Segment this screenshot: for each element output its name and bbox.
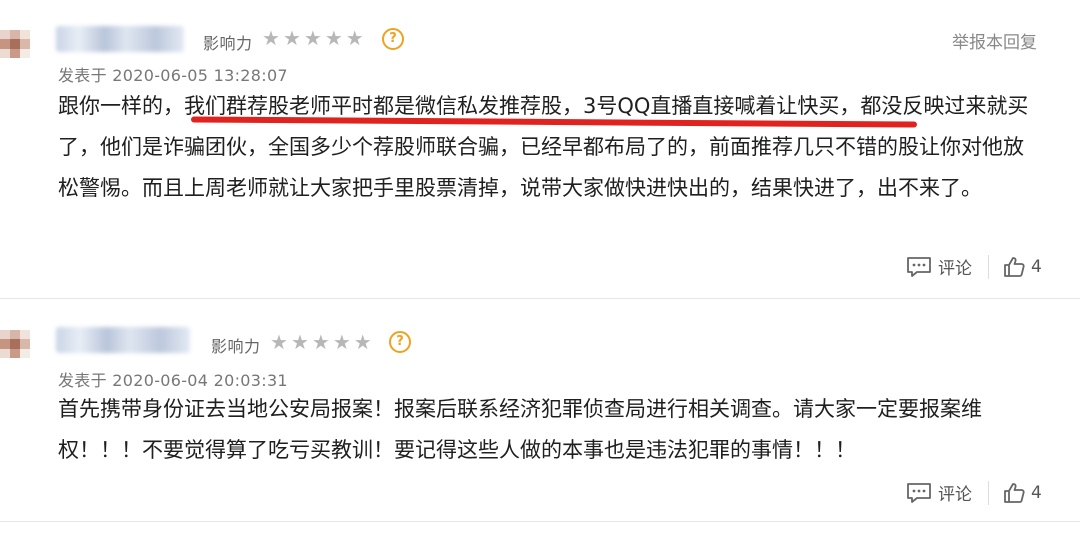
comment-button[interactable]: 评论	[906, 480, 972, 505]
star-icon: ★	[270, 330, 288, 354]
thumbs-up-icon	[1003, 482, 1025, 504]
star-icon: ★	[332, 330, 351, 354]
comment-button-label: 评论	[938, 485, 972, 505]
star-icon: ★	[303, 26, 322, 50]
star-icon: ★	[353, 330, 372, 354]
influence-label: 影响力	[203, 34, 253, 53]
comment-actions: 评论 4	[906, 254, 1042, 279]
comment-bubble-icon	[906, 256, 932, 278]
star-icon: ★	[324, 26, 343, 50]
comment-item: 影响力 ★ ★ ★ ★ ★ ? 举报本回复 发表于 2020-06-05 13:…	[0, 0, 1080, 299]
comment-text: 跟你一样的，我们群荐股老师平时都是微信私发推荐股，3号QQ直播直接喊着让快买，都…	[58, 86, 1038, 209]
star-icon: ★	[290, 330, 309, 354]
help-icon[interactable]: ?	[382, 28, 404, 50]
comment-button[interactable]: 评论	[906, 254, 972, 279]
star-icon: ★	[262, 26, 280, 50]
influence-stars: ★ ★ ★ ★ ★	[262, 27, 364, 49]
like-count: 4	[1031, 482, 1042, 503]
like-button[interactable]: 4	[1003, 256, 1042, 278]
report-reply-link[interactable]: 举报本回复	[952, 28, 1037, 53]
star-icon: ★	[311, 330, 330, 354]
post-time: 发表于 2020-06-05 13:28:07	[58, 66, 288, 85]
comment-actions: 评论 4	[906, 480, 1042, 505]
divider	[988, 480, 989, 505]
like-button[interactable]: 4	[1003, 482, 1042, 504]
avatar[interactable]	[0, 30, 30, 58]
influence-label: 影响力	[211, 337, 261, 356]
help-icon[interactable]: ?	[389, 331, 411, 353]
comment-text-highlighted: 我们群荐股老师平时都是微信私发推荐股，3号QQ直播直接喊着让快买，	[184, 94, 861, 118]
star-icon: ★	[282, 26, 301, 50]
comment-text: 首先携带身份证去当地公安局报案！报案后联系经济犯罪侦查局进行相关调查。请大家一定…	[58, 397, 982, 462]
star-icon: ★	[345, 26, 364, 50]
divider	[988, 254, 989, 279]
comment-text-part: 跟你一样的，	[58, 94, 184, 118]
avatar[interactable]	[0, 330, 30, 358]
username-blurred[interactable]	[56, 26, 184, 52]
influence-stars: ★ ★ ★ ★ ★	[270, 331, 372, 353]
like-count: 4	[1031, 256, 1042, 277]
username-blurred[interactable]	[56, 327, 190, 353]
thumbs-up-icon	[1003, 256, 1025, 278]
post-time: 发表于 2020-06-04 20:03:31	[58, 371, 288, 390]
comment-bubble-icon	[906, 482, 932, 504]
comment-button-label: 评论	[938, 259, 972, 279]
